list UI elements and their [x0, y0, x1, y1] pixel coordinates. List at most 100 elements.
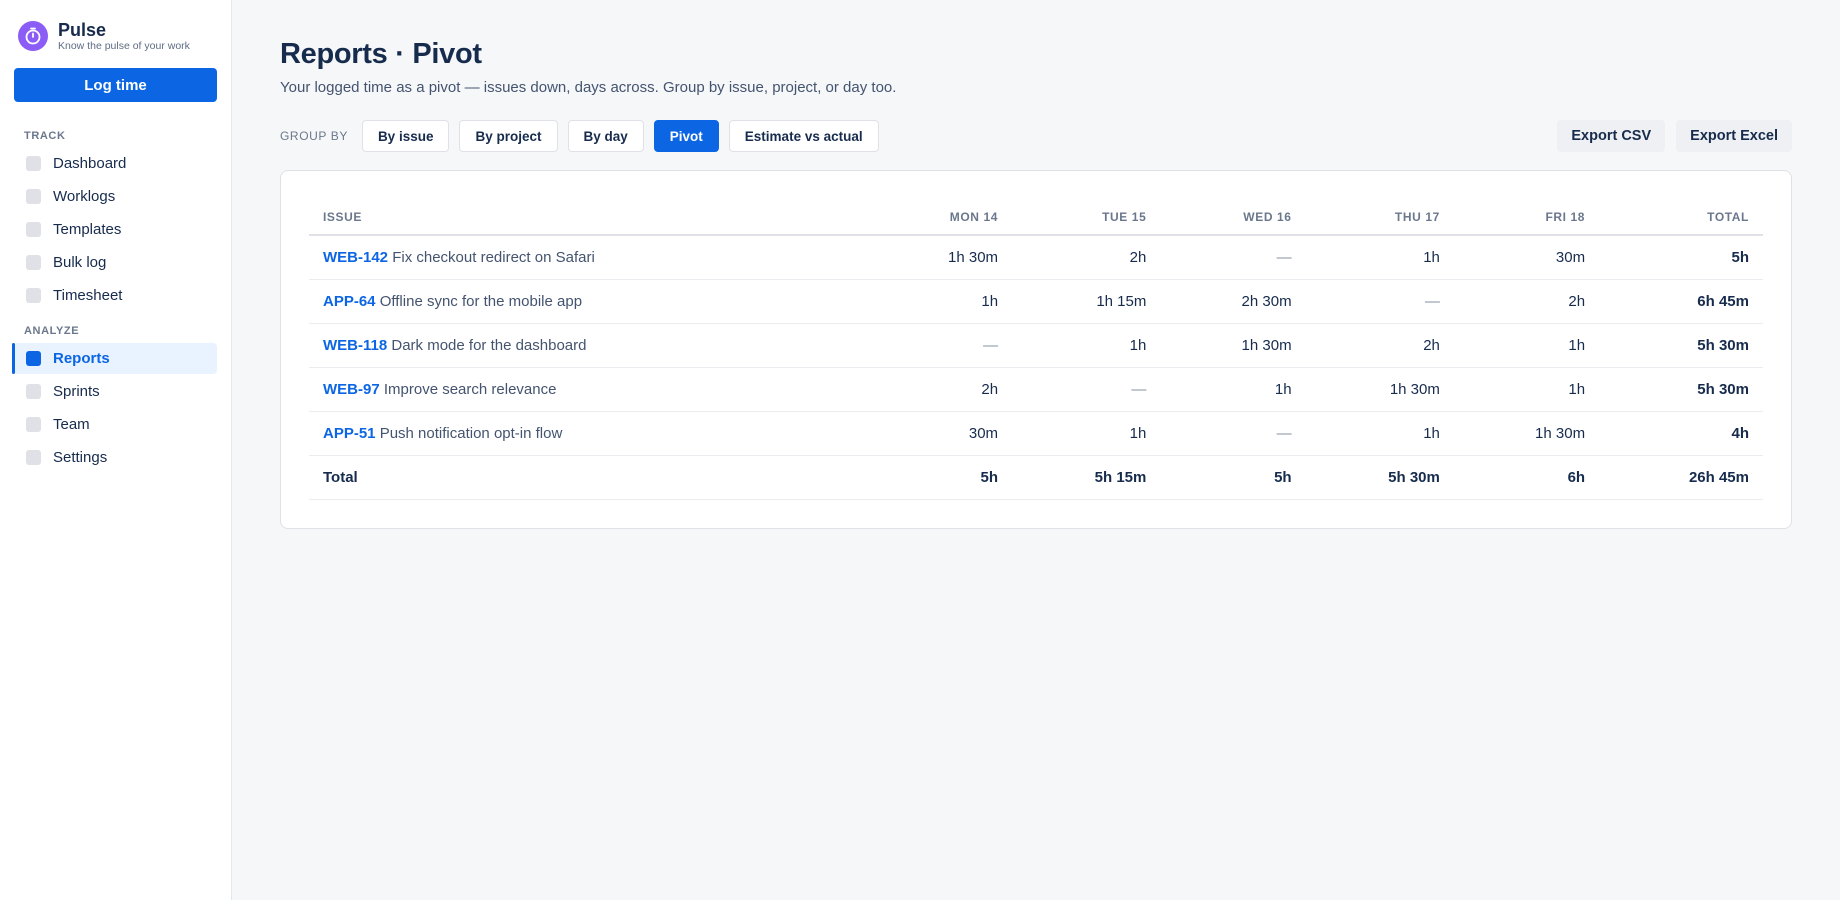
sidebar-item-label: Templates: [53, 221, 122, 238]
column-header[interactable]: FRI 18: [1453, 199, 1600, 236]
sidebar-item-label: Sprints: [53, 383, 100, 400]
day-cell: —: [1305, 279, 1454, 324]
group-by-day-button[interactable]: By day: [567, 120, 644, 152]
sidebar-item-timesheet[interactable]: Timesheet: [14, 280, 217, 311]
issue-title: Offline sync for the mobile app: [379, 292, 583, 310]
issue-key-link[interactable]: WEB-97: [323, 381, 380, 398]
sidebar-item-settings[interactable]: Settings: [14, 442, 217, 473]
brand-tagline: Know the pulse of your work: [58, 40, 190, 52]
pivot-card: ISSUE MON 14 TUE 15 WED 16 THU 17 FRI 18…: [280, 170, 1792, 529]
day-cell: 1h: [1012, 411, 1161, 456]
day-cell: —: [1160, 235, 1306, 280]
sidebar-item-team[interactable]: Team: [14, 409, 217, 440]
issue-key-link[interactable]: APP-64: [323, 293, 376, 310]
export-excel-button[interactable]: Export Excel: [1676, 120, 1792, 152]
day-cell: 1h: [1012, 323, 1161, 368]
day-cell: 2h: [1012, 235, 1161, 280]
day-cell: —: [1160, 411, 1306, 456]
issue-cell: WEB-118 Dark mode for the dashboard: [309, 323, 867, 368]
pivot-table: ISSUE MON 14 TUE 15 WED 16 THU 17 FRI 18…: [309, 199, 1763, 500]
column-header[interactable]: MON 14: [866, 199, 1013, 236]
team-icon: [26, 417, 41, 432]
sidebar: Pulse Know the pulse of your work Log ti…: [0, 0, 232, 900]
day-cell: 1h: [1453, 367, 1600, 412]
issue-key-link[interactable]: APP-51: [323, 425, 376, 442]
day-cell: 1h: [1453, 323, 1600, 368]
sidebar-item-dashboard[interactable]: Dashboard: [14, 148, 217, 179]
section-label-track: TRACK: [24, 130, 66, 142]
column-header[interactable]: WED 16: [1160, 199, 1306, 236]
timesheet-icon: [26, 288, 41, 303]
total-label: Total: [309, 455, 867, 500]
sprints-icon: [26, 384, 41, 399]
issue-cell: WEB-97 Improve search relevance: [309, 367, 867, 412]
day-cell: 1h 30m: [1160, 323, 1306, 368]
issue-title: Fix checkout redirect on Safari: [392, 248, 595, 266]
row-total-cell: 6h 45m: [1599, 279, 1763, 324]
issue-title: Improve search relevance: [383, 380, 557, 398]
brand[interactable]: Pulse Know the pulse of your work: [14, 20, 217, 52]
day-cell: 2h: [1305, 323, 1454, 368]
row-total-cell: 5h 30m: [1599, 367, 1763, 412]
row-total-cell: 5h 30m: [1599, 323, 1763, 368]
templates-icon: [26, 222, 41, 237]
sidebar-item-worklogs[interactable]: Worklogs: [14, 181, 217, 212]
day-total-cell: 6h: [1453, 455, 1600, 500]
sidebar-item-label: Reports: [53, 350, 110, 367]
settings-icon: [26, 450, 41, 465]
issue-title: Dark mode for the dashboard: [391, 336, 587, 354]
brand-name: Pulse: [58, 20, 107, 40]
worklogs-icon: [26, 189, 41, 204]
sidebar-item-sprints[interactable]: Sprints: [14, 376, 217, 407]
issue-key-link[interactable]: WEB-142: [323, 249, 388, 266]
day-cell: 30m: [1453, 235, 1600, 280]
export-csv-button[interactable]: Export CSV: [1557, 120, 1666, 152]
sidebar-item-reports[interactable]: Reports: [12, 343, 217, 374]
column-header[interactable]: TUE 15: [1012, 199, 1161, 236]
day-cell: 1h 30m: [1305, 367, 1454, 412]
analyze-nav: Reports Sprints Team Settings: [12, 343, 217, 473]
day-cell: 1h: [1305, 235, 1454, 280]
day-cell: 2h: [1453, 279, 1600, 324]
log-time-button[interactable]: Log time: [14, 68, 217, 102]
pulse-logo-icon: [18, 21, 48, 51]
page-subtitle: Your logged time as a pivot — issues dow…: [280, 79, 897, 96]
table-row: WEB-97 Improve search relevance 2h — 1h …: [309, 367, 1763, 412]
track-nav: Dashboard Worklogs Templates Bulk log Ti…: [14, 148, 217, 311]
day-cell: 1h: [1305, 411, 1454, 456]
group-by-pivot-button[interactable]: Pivot: [653, 120, 719, 152]
issue-cell: WEB-142 Fix checkout redirect on Safari: [309, 235, 867, 280]
day-total-cell: 5h: [866, 455, 1013, 500]
toolbar: GROUP BY By issue By project By day Pivo…: [280, 120, 1792, 152]
group-by-label: GROUP BY: [280, 129, 348, 143]
bulk-log-icon: [26, 255, 41, 270]
sidebar-item-label: Team: [53, 416, 90, 433]
group-by-issue-button[interactable]: By issue: [361, 120, 450, 152]
day-cell: 2h 30m: [1160, 279, 1306, 324]
estimate-vs-actual-button[interactable]: Estimate vs actual: [728, 120, 879, 152]
column-header[interactable]: ISSUE: [309, 199, 867, 236]
sidebar-item-label: Timesheet: [53, 287, 123, 304]
table-row: APP-51 Push notification opt-in flow 30m…: [309, 411, 1763, 456]
day-cell: —: [866, 323, 1013, 368]
column-header[interactable]: TOTAL: [1599, 199, 1763, 236]
day-cell: —: [1012, 367, 1161, 412]
day-cell: 1h: [1160, 367, 1306, 412]
day-total-cell: 5h: [1160, 455, 1306, 500]
row-total-cell: 4h: [1599, 411, 1763, 456]
issue-key-link[interactable]: WEB-118: [323, 337, 387, 354]
main-content: Reports · Pivot Your logged time as a pi…: [280, 0, 1792, 529]
table-header-row: ISSUE MON 14 TUE 15 WED 16 THU 17 FRI 18…: [309, 199, 1763, 236]
column-header[interactable]: THU 17: [1305, 199, 1454, 236]
day-cell: 1h 15m: [1012, 279, 1161, 324]
day-cell: 2h: [866, 367, 1013, 412]
table-row: WEB-118 Dark mode for the dashboard — 1h…: [309, 323, 1763, 368]
sidebar-item-templates[interactable]: Templates: [14, 214, 217, 245]
sidebar-item-bulk-log[interactable]: Bulk log: [14, 247, 217, 278]
issue-cell: APP-51 Push notification opt-in flow: [309, 411, 867, 456]
sidebar-item-label: Dashboard: [53, 155, 127, 172]
sidebar-item-label: Worklogs: [53, 188, 116, 205]
group-by-project-button[interactable]: By project: [459, 120, 558, 152]
table-row: WEB-142 Fix checkout redirect on Safari …: [309, 235, 1763, 280]
day-cell: 1h: [866, 279, 1013, 324]
